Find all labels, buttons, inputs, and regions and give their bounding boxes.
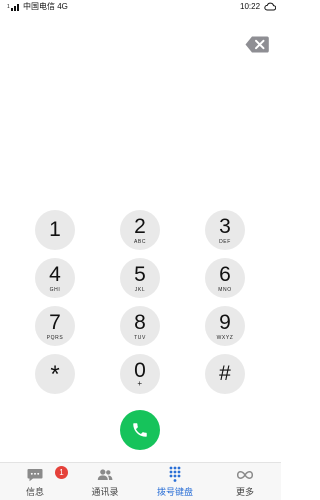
key-letters: GHI bbox=[49, 287, 61, 293]
key-letters: ABC bbox=[133, 239, 147, 245]
key-7[interactable]: 7 PQRS bbox=[35, 306, 75, 346]
key-digit: 9 bbox=[219, 311, 231, 334]
infinity-icon bbox=[237, 471, 253, 479]
key-digit: 1 bbox=[49, 218, 61, 241]
status-bar: 1 中国电信 4G 10:22 bbox=[0, 0, 281, 14]
people-icon bbox=[97, 469, 113, 480]
signal-strength-icon: 1 bbox=[7, 2, 20, 11]
key-digit: 5 bbox=[134, 263, 146, 286]
key-2[interactable]: 2 ABC bbox=[120, 210, 160, 250]
tab-label: 通讯录 bbox=[91, 487, 119, 497]
key-5[interactable]: 5 JKL bbox=[120, 258, 160, 298]
key-digit: 2 bbox=[134, 215, 146, 238]
key-3[interactable]: 3 DEF bbox=[205, 210, 245, 250]
key-digit: 8 bbox=[134, 311, 146, 334]
key-6[interactable]: 6 MNO bbox=[205, 258, 245, 298]
key-letters: + bbox=[137, 379, 143, 388]
tab-contacts[interactable]: 通讯录 bbox=[75, 463, 135, 500]
key-0[interactable]: 0 + bbox=[120, 354, 160, 394]
tab-label: 拨号键盘 bbox=[156, 487, 193, 497]
cloud-icon bbox=[264, 2, 276, 11]
key-letters: PQRS bbox=[46, 335, 64, 341]
key-digit: # bbox=[219, 362, 231, 385]
key-letters: MNO bbox=[218, 287, 232, 293]
tab-keypad[interactable]: 拨号键盘 bbox=[145, 463, 205, 500]
key-digit: * bbox=[50, 361, 60, 388]
key-hash[interactable]: # bbox=[205, 354, 245, 394]
key-4[interactable]: 4 GHI bbox=[35, 258, 75, 298]
tab-label: 信息 bbox=[25, 487, 44, 497]
key-star[interactable]: * bbox=[35, 354, 75, 394]
dialpad-icon bbox=[169, 466, 181, 482]
backspace-icon bbox=[245, 36, 269, 53]
bottom-nav: 信息 通讯录 拨号键盘 更多 bbox=[0, 462, 281, 500]
signal-label: 1 bbox=[7, 4, 10, 10]
key-letters: WXYZ bbox=[216, 335, 234, 341]
key-digit: 3 bbox=[219, 215, 231, 238]
chat-bubble-icon bbox=[27, 469, 43, 482]
tab-label: 更多 bbox=[235, 487, 254, 497]
key-digit: 7 bbox=[49, 311, 61, 334]
key-digit: 6 bbox=[219, 263, 231, 286]
key-1[interactable]: 1 bbox=[35, 210, 75, 250]
phone-icon bbox=[133, 423, 147, 437]
key-digit: 4 bbox=[49, 263, 61, 286]
unread-badge: 1 bbox=[55, 466, 68, 479]
key-9[interactable]: 9 WXYZ bbox=[205, 306, 245, 346]
carrier-label: 中国电信 4G bbox=[23, 2, 68, 11]
tab-more[interactable]: 更多 bbox=[215, 463, 275, 500]
delete-button[interactable] bbox=[245, 36, 269, 53]
key-letters: TUV bbox=[134, 335, 146, 341]
key-8[interactable]: 8 TUV bbox=[120, 306, 160, 346]
call-button[interactable] bbox=[120, 410, 160, 450]
key-letters: JKL bbox=[134, 287, 146, 293]
key-letters: DEF bbox=[219, 239, 231, 245]
status-time: 10:22 bbox=[240, 2, 261, 11]
